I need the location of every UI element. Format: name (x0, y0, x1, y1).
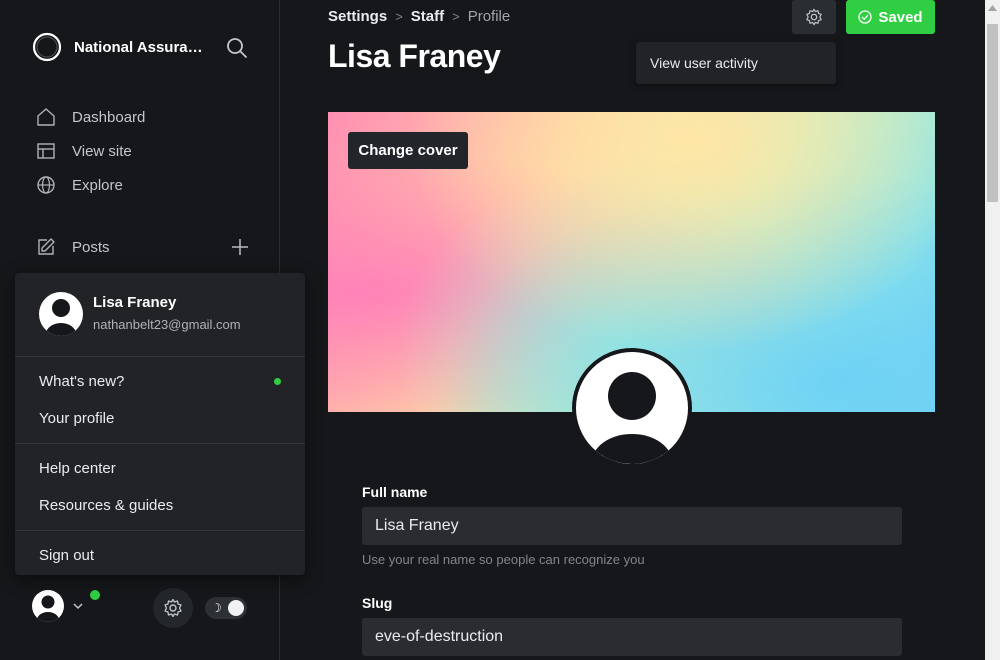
breadcrumb-staff[interactable]: Staff (411, 8, 444, 25)
breadcrumb-profile: Profile (467, 8, 511, 25)
user-silhouette-icon (46, 299, 76, 336)
user-menu-section: Help center Resources & guides (15, 444, 305, 531)
nav-item-dashboard[interactable]: Dashboard (36, 100, 145, 134)
check-circle-icon (858, 10, 873, 24)
profile-form: Full name Lisa Franey Use your real name… (362, 484, 902, 656)
full-name-field[interactable]: Lisa Franey (362, 507, 902, 545)
profile-photo[interactable] (572, 348, 692, 468)
user-menu-avatar (39, 292, 83, 336)
full-name-hint: Use your real name so people can recogni… (362, 552, 645, 567)
brand-name: National Assura… (74, 38, 203, 56)
user-menu-section: What's new? Your profile (15, 357, 305, 444)
gear-icon (164, 598, 182, 618)
dark-mode-toggle[interactable]: ☽ (205, 597, 247, 619)
menu-item-label: Resources & guides (39, 497, 174, 514)
user-menu-header: Lisa Franey nathanbelt23@gmail.com (15, 273, 305, 357)
menu-item-your-profile[interactable]: Your profile (15, 400, 305, 437)
slug-label: Slug (362, 595, 393, 611)
menu-item-label: Your profile (39, 410, 115, 427)
nav-label: Dashboard (72, 108, 146, 126)
moon-icon: ☽ (211, 601, 222, 615)
globe-icon (36, 175, 56, 195)
slug-field[interactable]: eve-of-destruction (362, 618, 902, 656)
user-menu-section: Sign out (15, 531, 305, 580)
main-nav: Dashboard View site Explore (36, 100, 145, 202)
menu-item-sign-out[interactable]: Sign out (15, 537, 305, 574)
search-icon[interactable] (226, 37, 248, 59)
breadcrumb-separator-icon: > (395, 9, 403, 24)
saved-button[interactable]: Saved (846, 0, 935, 34)
user-menu-name: Lisa Franey (93, 294, 177, 311)
main-content: Settings > Staff > Profile Lisa Franey S… (280, 0, 985, 660)
sidebar-footer: ☽ (32, 588, 247, 628)
nav-label: Posts (72, 238, 110, 256)
home-icon (36, 107, 56, 127)
user-actions-button[interactable] (792, 0, 836, 34)
nav-item-posts[interactable]: Posts (36, 230, 250, 264)
scrollbar-thumb[interactable] (987, 24, 998, 202)
posts-section: Posts (36, 230, 250, 264)
nav-label: Explore (72, 176, 123, 194)
gear-icon (806, 8, 822, 26)
menu-item-label: Help center (39, 460, 116, 477)
nav-label: View site (72, 142, 132, 160)
layout-icon (36, 141, 56, 161)
user-menu-email: nathanbelt23@gmail.com (93, 317, 241, 332)
menu-item-whats-new[interactable]: What's new? (15, 363, 305, 400)
breadcrumb-settings[interactable]: Settings (328, 8, 387, 25)
user-menu-popover: Lisa Franey nathanbelt23@gmail.com What'… (15, 273, 305, 575)
settings-button[interactable] (153, 588, 193, 628)
menu-item-label: Sign out (39, 547, 95, 564)
user-silhouette-icon (37, 595, 59, 622)
brand[interactable]: National Assura… (32, 32, 203, 62)
page-title: Lisa Franey (328, 38, 501, 74)
page-scrollbar[interactable] (985, 0, 1000, 660)
user-avatar[interactable] (32, 590, 64, 622)
toggle-knob (228, 600, 244, 616)
new-post-plus-icon[interactable] (230, 237, 250, 257)
view-user-activity-menu-item[interactable]: View user activity (636, 42, 836, 84)
nav-item-view-site[interactable]: View site (36, 134, 145, 168)
user-silhouette-icon (592, 372, 672, 464)
menu-item-resources[interactable]: Resources & guides (15, 487, 305, 524)
nav-item-explore[interactable]: Explore (36, 168, 145, 202)
breadcrumb: Settings > Staff > Profile (328, 8, 510, 25)
saved-label: Saved (878, 8, 923, 26)
menu-item-help-center[interactable]: Help center (15, 450, 305, 487)
online-status-dot (88, 588, 102, 602)
brand-logo-icon (32, 32, 62, 62)
menu-item-label: What's new? (39, 373, 125, 390)
change-cover-button[interactable]: Change cover (348, 132, 468, 169)
scroll-up-arrow-icon[interactable] (985, 0, 1000, 15)
edit-icon (36, 237, 56, 257)
menu-item-label: View user activity (650, 55, 758, 71)
breadcrumb-separator-icon: > (452, 9, 460, 24)
full-name-label: Full name (362, 484, 428, 500)
chevron-down-icon[interactable] (72, 600, 84, 612)
